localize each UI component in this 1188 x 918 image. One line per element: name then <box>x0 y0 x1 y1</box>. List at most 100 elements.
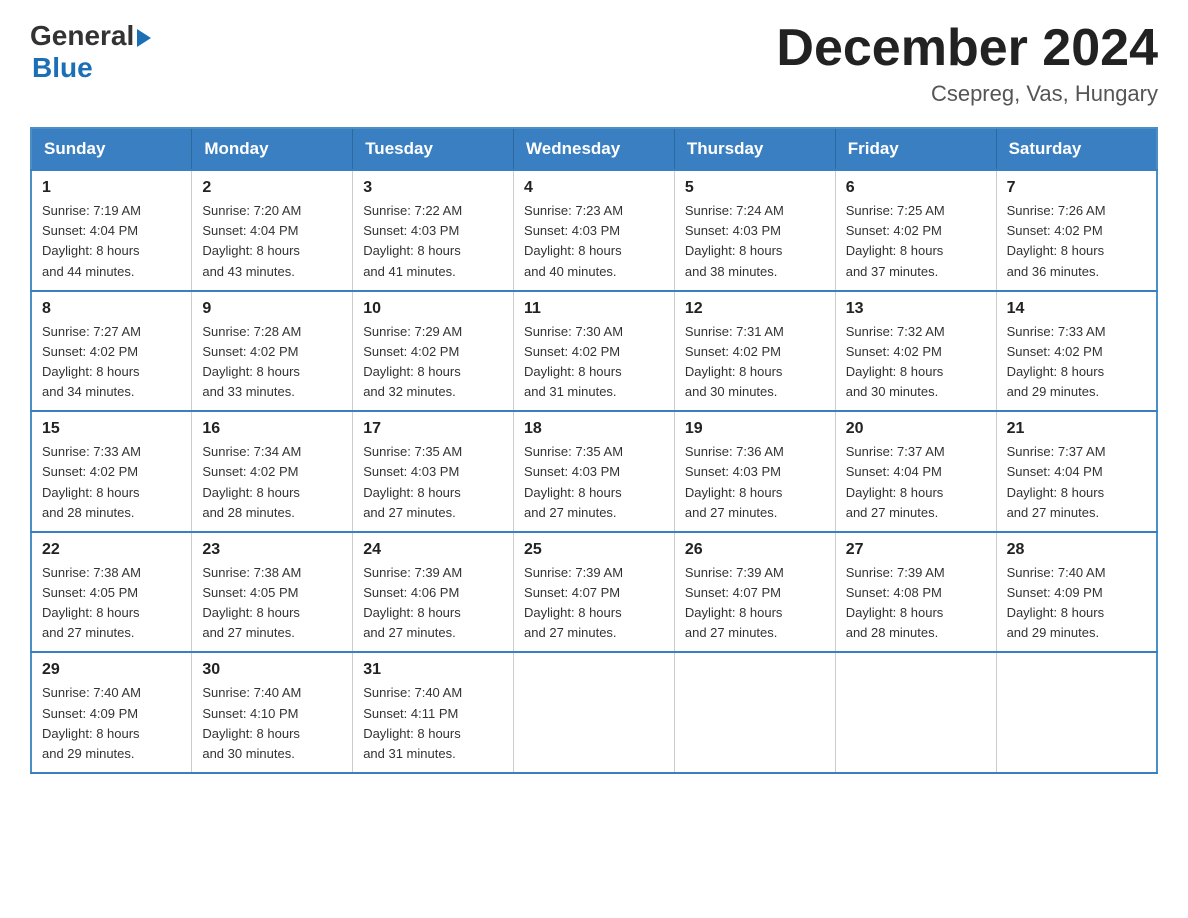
calendar-cell: 13Sunrise: 7:32 AMSunset: 4:02 PMDayligh… <box>835 291 996 412</box>
day-number: 27 <box>846 541 986 559</box>
day-info: Sunrise: 7:40 AMSunset: 4:10 PMDaylight:… <box>202 683 342 764</box>
day-number: 8 <box>42 300 181 318</box>
day-info: Sunrise: 7:31 AMSunset: 4:02 PMDaylight:… <box>685 322 825 403</box>
day-info: Sunrise: 7:25 AMSunset: 4:02 PMDaylight:… <box>846 201 986 282</box>
calendar-cell: 9Sunrise: 7:28 AMSunset: 4:02 PMDaylight… <box>192 291 353 412</box>
day-info: Sunrise: 7:33 AMSunset: 4:02 PMDaylight:… <box>1007 322 1146 403</box>
calendar-header-row: SundayMondayTuesdayWednesdayThursdayFrid… <box>31 128 1157 170</box>
calendar-cell: 19 Sunrise: 7:36 AMSunset: 4:03 PMDayligh… <box>674 411 835 532</box>
calendar-cell: 31Sunrise: 7:40 AMSunset: 4:11 PMDayligh… <box>353 652 514 773</box>
day-number: 19 <box>685 420 825 438</box>
calendar-cell: 14 Sunrise: 7:33 AMSunset: 4:02 PMDayligh… <box>996 291 1157 412</box>
calendar-cell: 6 Sunrise: 7:25 AMSunset: 4:02 PMDaylight… <box>835 170 996 291</box>
day-number: 25 <box>524 541 664 559</box>
day-info: Sunrise: 7:36 AMSunset: 4:03 PMDaylight:… <box>685 442 825 523</box>
day-info: Sunrise: 7:38 AMSunset: 4:05 PMDaylight:… <box>42 563 181 644</box>
day-info: Sunrise: 7:19 AMSunset: 4:04 PMDaylight:… <box>42 201 181 282</box>
day-info: Sunrise: 7:33 AMSunset: 4:02 PMDaylight:… <box>42 442 181 523</box>
calendar-cell: 28 Sunrise: 7:40 AMSunset: 4:09 PMDayligh… <box>996 532 1157 653</box>
calendar-cell: 17 Sunrise: 7:35 AMSunset: 4:03 PMDayligh… <box>353 411 514 532</box>
day-number: 29 <box>42 661 181 679</box>
day-info: Sunrise: 7:24 AMSunset: 4:03 PMDaylight:… <box>685 201 825 282</box>
day-number: 23 <box>202 541 342 559</box>
day-number: 26 <box>685 541 825 559</box>
calendar-week-row: 22Sunrise: 7:38 AMSunset: 4:05 PMDayligh… <box>31 532 1157 653</box>
day-number: 3 <box>363 179 503 197</box>
logo-general-text: General <box>30 20 134 52</box>
day-number: 6 <box>846 179 986 197</box>
calendar-cell: 22Sunrise: 7:38 AMSunset: 4:05 PMDayligh… <box>31 532 192 653</box>
day-number: 28 <box>1007 541 1146 559</box>
col-header-sunday: Sunday <box>31 128 192 170</box>
day-number: 21 <box>1007 420 1146 438</box>
calendar-cell <box>514 652 675 773</box>
calendar-week-row: 1 Sunrise: 7:19 AMSunset: 4:04 PMDaylight… <box>31 170 1157 291</box>
calendar-cell <box>674 652 835 773</box>
calendar-cell: 10 Sunrise: 7:29 AMSunset: 4:02 PMDayligh… <box>353 291 514 412</box>
calendar-cell: 16 Sunrise: 7:34 AMSunset: 4:02 PMDayligh… <box>192 411 353 532</box>
calendar-cell: 21 Sunrise: 7:37 AMSunset: 4:04 PMDayligh… <box>996 411 1157 532</box>
title-section: December 2024 Csepreg, Vas, Hungary <box>776 20 1158 107</box>
day-info: Sunrise: 7:34 AMSunset: 4:02 PMDaylight:… <box>202 442 342 523</box>
calendar-week-row: 15 Sunrise: 7:33 AMSunset: 4:02 PMDayligh… <box>31 411 1157 532</box>
calendar-cell: 2Sunrise: 7:20 AMSunset: 4:04 PMDaylight… <box>192 170 353 291</box>
day-info: Sunrise: 7:39 AMSunset: 4:06 PMDaylight:… <box>363 563 503 644</box>
calendar-cell: 8Sunrise: 7:27 AMSunset: 4:02 PMDaylight… <box>31 291 192 412</box>
col-header-monday: Monday <box>192 128 353 170</box>
page-header: General Blue December 2024 Csepreg, Vas,… <box>30 20 1158 107</box>
day-number: 9 <box>202 300 342 318</box>
calendar-week-row: 8Sunrise: 7:27 AMSunset: 4:02 PMDaylight… <box>31 291 1157 412</box>
day-info: Sunrise: 7:35 AMSunset: 4:03 PMDaylight:… <box>363 442 503 523</box>
day-number: 15 <box>42 420 181 438</box>
day-number: 17 <box>363 420 503 438</box>
calendar-cell: 30Sunrise: 7:40 AMSunset: 4:10 PMDayligh… <box>192 652 353 773</box>
day-number: 12 <box>685 300 825 318</box>
calendar-cell: 27 Sunrise: 7:39 AMSunset: 4:08 PMDayligh… <box>835 532 996 653</box>
day-info: Sunrise: 7:23 AMSunset: 4:03 PMDaylight:… <box>524 201 664 282</box>
day-number: 14 <box>1007 300 1146 318</box>
calendar-cell: 20 Sunrise: 7:37 AMSunset: 4:04 PMDayligh… <box>835 411 996 532</box>
day-number: 5 <box>685 179 825 197</box>
day-info: Sunrise: 7:39 AMSunset: 4:07 PMDaylight:… <box>685 563 825 644</box>
day-number: 20 <box>846 420 986 438</box>
col-header-tuesday: Tuesday <box>353 128 514 170</box>
calendar-cell: 25 Sunrise: 7:39 AMSunset: 4:07 PMDayligh… <box>514 532 675 653</box>
day-number: 31 <box>363 661 503 679</box>
location-text: Csepreg, Vas, Hungary <box>776 81 1158 107</box>
col-header-thursday: Thursday <box>674 128 835 170</box>
calendar-cell <box>996 652 1157 773</box>
calendar-cell: 18Sunrise: 7:35 AMSunset: 4:03 PMDayligh… <box>514 411 675 532</box>
calendar-cell: 7Sunrise: 7:26 AMSunset: 4:02 PMDaylight… <box>996 170 1157 291</box>
calendar-cell: 1 Sunrise: 7:19 AMSunset: 4:04 PMDaylight… <box>31 170 192 291</box>
calendar-cell <box>835 652 996 773</box>
calendar-week-row: 29 Sunrise: 7:40 AMSunset: 4:09 PMDayligh… <box>31 652 1157 773</box>
col-header-wednesday: Wednesday <box>514 128 675 170</box>
day-info: Sunrise: 7:35 AMSunset: 4:03 PMDaylight:… <box>524 442 664 523</box>
day-info: Sunrise: 7:38 AMSunset: 4:05 PMDaylight:… <box>202 563 342 644</box>
day-info: Sunrise: 7:39 AMSunset: 4:07 PMDaylight:… <box>524 563 664 644</box>
calendar-cell: 5 Sunrise: 7:24 AMSunset: 4:03 PMDaylight… <box>674 170 835 291</box>
day-info: Sunrise: 7:29 AMSunset: 4:02 PMDaylight:… <box>363 322 503 403</box>
day-info: Sunrise: 7:37 AMSunset: 4:04 PMDaylight:… <box>846 442 986 523</box>
day-info: Sunrise: 7:40 AMSunset: 4:09 PMDaylight:… <box>42 683 181 764</box>
day-info: Sunrise: 7:30 AMSunset: 4:02 PMDaylight:… <box>524 322 664 403</box>
month-title: December 2024 <box>776 20 1158 77</box>
calendar-cell: 11Sunrise: 7:30 AMSunset: 4:02 PMDayligh… <box>514 291 675 412</box>
day-info: Sunrise: 7:40 AMSunset: 4:09 PMDaylight:… <box>1007 563 1146 644</box>
col-header-saturday: Saturday <box>996 128 1157 170</box>
day-info: Sunrise: 7:37 AMSunset: 4:04 PMDaylight:… <box>1007 442 1146 523</box>
day-number: 16 <box>202 420 342 438</box>
day-number: 24 <box>363 541 503 559</box>
day-info: Sunrise: 7:32 AMSunset: 4:02 PMDaylight:… <box>846 322 986 403</box>
day-info: Sunrise: 7:39 AMSunset: 4:08 PMDaylight:… <box>846 563 986 644</box>
calendar-cell: 29 Sunrise: 7:40 AMSunset: 4:09 PMDayligh… <box>31 652 192 773</box>
calendar-cell: 15 Sunrise: 7:33 AMSunset: 4:02 PMDayligh… <box>31 411 192 532</box>
calendar-cell: 24 Sunrise: 7:39 AMSunset: 4:06 PMDayligh… <box>353 532 514 653</box>
logo-blue-text: Blue <box>32 52 93 83</box>
day-number: 10 <box>363 300 503 318</box>
day-info: Sunrise: 7:26 AMSunset: 4:02 PMDaylight:… <box>1007 201 1146 282</box>
day-number: 1 <box>42 179 181 197</box>
col-header-friday: Friday <box>835 128 996 170</box>
logo-arrow-icon <box>137 29 151 47</box>
logo: General Blue <box>30 20 151 84</box>
